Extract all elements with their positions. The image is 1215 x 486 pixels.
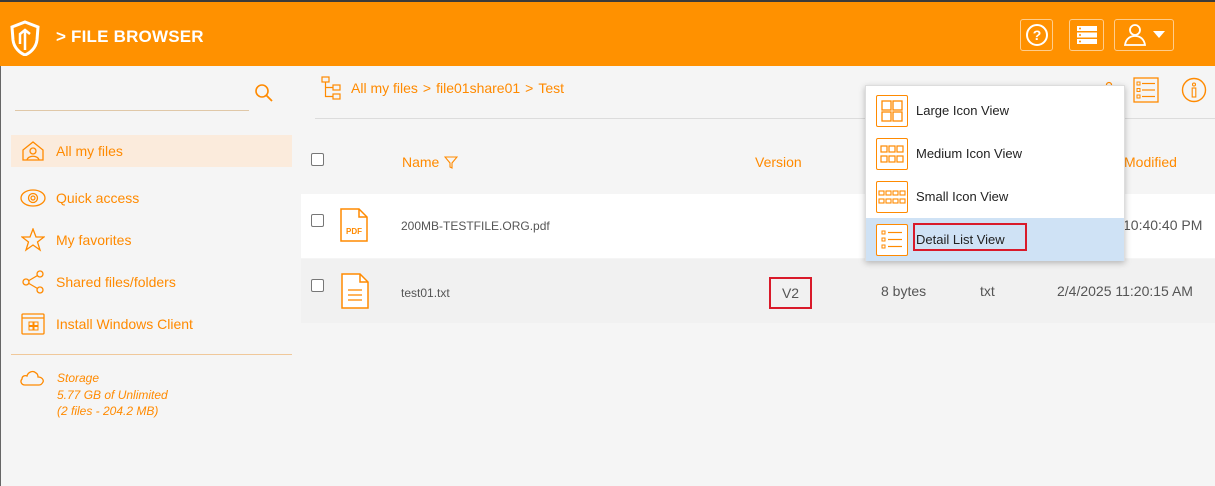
storage-title: Storage: [57, 371, 100, 385]
help-circle-icon: ?: [1025, 24, 1048, 46]
sidebar-item-label: Install Windows Client: [56, 316, 193, 332]
sidebar-item-my-favorites[interactable]: My favorites: [11, 219, 292, 261]
sidebar-item-quick-access[interactable]: Quick access: [11, 177, 292, 219]
medium-icon-view-icon: [876, 137, 908, 170]
column-header-modified[interactable]: Modified: [1124, 154, 1177, 170]
filter-icon[interactable]: [444, 155, 459, 169]
windows-client-icon: [20, 311, 46, 337]
file-type: txt: [980, 283, 995, 299]
file-version[interactable]: V2: [782, 285, 799, 301]
large-icon-view-icon: [876, 94, 908, 127]
text-file-icon: [341, 273, 369, 309]
menu-item-label: Large Icon View: [916, 103, 1009, 118]
eye-icon: [20, 185, 46, 211]
storage-info: Storage 5.77 GB of Unlimited (2 files - …: [19, 369, 168, 420]
search-icon[interactable]: [254, 83, 274, 103]
home-user-icon: [20, 138, 46, 164]
menu-item-label: Medium Icon View: [916, 146, 1022, 161]
sidebar-item-label: Quick access: [56, 190, 140, 206]
sidebar-item-label: My favorites: [56, 232, 132, 248]
breadcrumb-share[interactable]: file01share01: [436, 80, 520, 96]
table-row[interactable]: test01.txt V2 8 bytes txt 2/4/2025 11:20…: [301, 259, 1215, 323]
top-bar: > FILE BROWSER ?: [0, 0, 1215, 66]
file-modified: 2/4/2025 11:20:15 AM: [1057, 283, 1193, 299]
storage-file-count: (2 files - 204.2 MB): [57, 404, 159, 418]
app-logo-icon[interactable]: [9, 20, 41, 56]
menu-item-medium-icon-view[interactable]: Medium Icon View: [866, 132, 1124, 175]
menu-item-label: Small Icon View: [916, 189, 1009, 204]
user-account-icon: [1123, 24, 1147, 46]
sidebar-item-label: Shared files/folders: [56, 274, 176, 290]
menu-item-detail-list-view[interactable]: Detail List View: [866, 218, 1124, 261]
star-icon: [20, 227, 46, 253]
breadcrumb-root[interactable]: All my files: [351, 80, 418, 96]
sidebar-item-install-windows-client[interactable]: Install Windows Client: [11, 303, 292, 345]
file-modified: 10:40:40 PM: [1123, 217, 1203, 233]
small-icon-view-icon: [876, 180, 908, 213]
breadcrumb: All my files > file01share01 > Test: [321, 76, 569, 100]
breadcrumb-separator: >: [525, 80, 534, 96]
sidebar: All my files Quick access My favorites S…: [0, 66, 301, 486]
breadcrumb-separator: >: [422, 80, 432, 96]
file-name[interactable]: 200MB-TESTFILE.ORG.pdf: [401, 219, 550, 233]
selection-highlight-box: [913, 223, 1027, 251]
pdf-icon-label: PDF: [346, 227, 362, 236]
storage-menu-button[interactable]: [1069, 19, 1104, 51]
column-header-name[interactable]: Name: [402, 154, 459, 170]
info-button[interactable]: [1181, 77, 1207, 108]
file-name[interactable]: test01.txt: [401, 286, 450, 300]
chevron-down-icon: [1153, 31, 1165, 38]
user-menu-button[interactable]: [1114, 19, 1174, 51]
share-icon: [20, 269, 46, 295]
row-checkbox[interactable]: [311, 279, 324, 292]
file-size: 8 bytes: [881, 283, 927, 299]
cloud-icon: [20, 370, 44, 386]
version-highlight-box: V2: [769, 277, 812, 309]
storage-usage: 5.77 GB of Unlimited: [57, 387, 168, 402]
sidebar-nav: All my files Quick access My favorites S…: [11, 135, 292, 345]
detail-list-view-icon: [876, 223, 908, 256]
column-header-version[interactable]: Version: [755, 154, 802, 170]
view-mode-button[interactable]: [1133, 77, 1159, 108]
folder-tree-icon: [321, 76, 341, 100]
sidebar-item-all-my-files[interactable]: All my files: [11, 135, 292, 167]
pdf-file-icon: PDF: [340, 208, 368, 242]
column-header-label: Name: [402, 154, 440, 170]
search-input[interactable]: [15, 110, 249, 111]
list-view-icon: [1133, 77, 1159, 103]
help-button[interactable]: ?: [1020, 19, 1053, 51]
menu-item-small-icon-view[interactable]: Small Icon View: [866, 175, 1124, 218]
sidebar-item-label: All my files: [56, 143, 123, 159]
sidebar-divider: [11, 354, 292, 355]
info-icon: [1181, 77, 1207, 103]
app-title: > FILE BROWSER: [56, 27, 204, 46]
breadcrumb-current[interactable]: Test: [538, 80, 564, 96]
view-mode-menu: Large Icon View Medium Icon View Small I…: [865, 85, 1125, 261]
menu-item-large-icon-view[interactable]: Large Icon View: [866, 89, 1124, 132]
select-all-checkbox[interactable]: [311, 153, 324, 166]
server-stack-icon: [1076, 26, 1097, 44]
row-checkbox[interactable]: [311, 214, 324, 227]
svg-text:?: ?: [1032, 27, 1041, 43]
sidebar-item-shared-files[interactable]: Shared files/folders: [11, 261, 292, 303]
